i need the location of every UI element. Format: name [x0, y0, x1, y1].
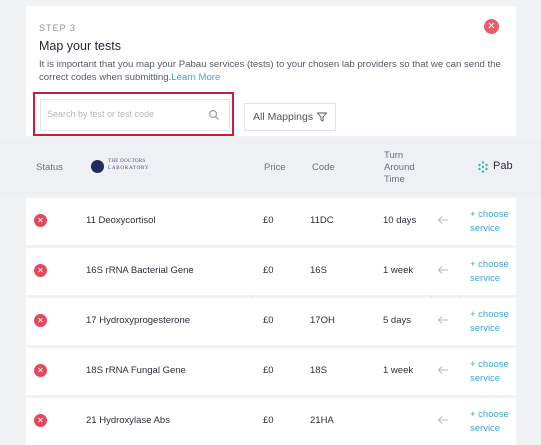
table-row: ✕ 21 Hydroxylase Abs £0 21HA + choose ser… — [26, 398, 516, 445]
test-price: £0 — [263, 215, 274, 226]
table-row: ✕ 11 Deoxycortisol £0 11DC 10 days + cho… — [26, 198, 516, 245]
arrow-left-icon — [437, 216, 448, 224]
price-header: Price — [264, 162, 286, 173]
choose-line2: service — [470, 323, 501, 334]
lab-seal-icon — [91, 160, 104, 173]
test-name: 11 Deoxycortisol — [86, 215, 156, 226]
arrow-left-icon — [437, 266, 448, 274]
choose-line2: service — [470, 423, 501, 434]
choose-line1: + choose — [470, 209, 509, 220]
pabau-logo-text: Pab — [493, 160, 513, 172]
learn-more-link[interactable]: Learn More — [171, 72, 220, 83]
step-card: STEP 3 Map your tests It is important th… — [26, 6, 516, 136]
choose-service-link[interactable]: + choose service — [470, 258, 516, 286]
choose-line1: + choose — [470, 359, 509, 370]
table-header: Status THE DOCTORS LABORATORY Price Code… — [0, 140, 541, 336]
unmapped-status-icon: ✕ — [34, 314, 47, 327]
search-icon[interactable] — [208, 109, 220, 121]
table-row: ✕ 17 Hydroxyprogesterone £0 17OH 5 days … — [26, 298, 516, 345]
test-name: 21 Hydroxylase Abs — [86, 415, 170, 426]
choose-line1: + choose — [470, 259, 509, 270]
table-row: ✕ 18S rRNA Fungal Gene £0 18S 1 week + c… — [26, 348, 516, 395]
arrow-left-icon — [437, 416, 448, 424]
test-code: 11DC — [310, 215, 334, 226]
filter-icon — [317, 112, 327, 122]
lab-logo-line1: THE DOCTORS — [108, 159, 146, 164]
arrow-left-icon — [437, 316, 448, 324]
lab-logo: THE DOCTORS LABORATORY — [91, 159, 171, 175]
arrow-left-icon — [437, 366, 448, 374]
all-mappings-filter-button[interactable]: All Mappings — [244, 103, 336, 131]
choose-service-link[interactable]: + choose service — [470, 308, 516, 336]
test-turnaround: 10 days — [383, 215, 417, 226]
description-text: It is important that you map your Pabau … — [39, 59, 501, 83]
test-name: 16S rRNA Bacterial Gene — [86, 265, 194, 276]
choose-service-link[interactable]: + choose service — [470, 408, 516, 436]
code-header: Code — [312, 162, 335, 173]
search-field[interactable] — [40, 99, 230, 131]
test-turnaround: 5 days — [383, 315, 411, 326]
turnaround-line3: Time — [384, 174, 405, 185]
test-price: £0 — [263, 415, 274, 426]
test-name: 18S rRNA Fungal Gene — [86, 365, 186, 376]
choose-line1: + choose — [470, 309, 509, 320]
filter-label: All Mappings — [253, 111, 314, 123]
choose-line2: service — [470, 223, 501, 234]
test-code: 16S — [310, 265, 327, 276]
unmapped-status-icon: ✕ — [34, 214, 47, 227]
unmapped-status-icon: ✕ — [34, 364, 47, 377]
test-price: £0 — [263, 315, 274, 326]
page-title: Map your tests — [39, 39, 121, 53]
test-turnaround: 1 week — [383, 365, 414, 376]
choose-line2: service — [470, 273, 501, 284]
step-label: STEP 3 — [39, 23, 76, 33]
test-name: 17 Hydroxyprogesterone — [86, 315, 191, 326]
test-code: 21HA — [310, 415, 334, 426]
choose-service-link[interactable]: + choose service — [470, 358, 516, 386]
turnaround-line2: Around — [384, 162, 415, 173]
pabau-logo-icon — [478, 161, 488, 173]
choose-line2: service — [470, 373, 501, 384]
turnaround-line1: Turn — [384, 150, 404, 161]
test-turnaround: 1 week — [383, 265, 414, 276]
choose-line1: + choose — [470, 409, 509, 420]
unmapped-status-icon: ✕ — [34, 264, 47, 277]
status-header: Status — [36, 162, 63, 173]
choose-service-link[interactable]: + choose service — [470, 208, 516, 236]
search-input[interactable] — [47, 109, 202, 119]
test-price: £0 — [263, 265, 274, 276]
turnaround-header: Turn Around Time — [384, 150, 424, 186]
close-icon[interactable]: ✕ — [484, 19, 499, 34]
test-code: 18S — [310, 365, 327, 376]
table-row: ✕ 16S rRNA Bacterial Gene £0 16S 1 week … — [26, 248, 516, 295]
unmapped-status-icon: ✕ — [34, 414, 47, 427]
lab-logo-line2: LABORATORY — [108, 166, 150, 171]
step-description: It is important that you map your Pabau … — [39, 59, 509, 84]
test-price: £0 — [263, 365, 274, 376]
test-code: 17OH — [310, 315, 335, 326]
